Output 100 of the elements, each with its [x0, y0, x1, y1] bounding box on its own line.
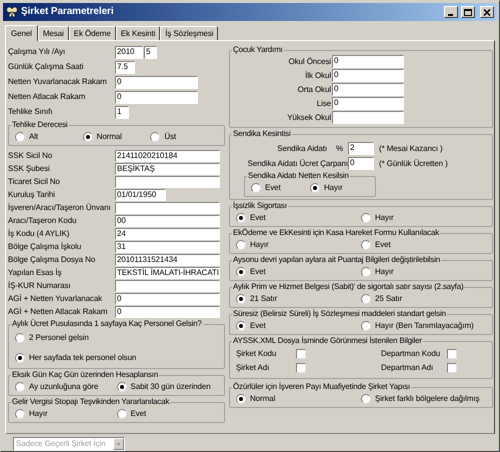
radio-button[interactable]: Hayır: [15, 407, 116, 420]
tab[interactable]: Ek Kesinti: [116, 26, 160, 40]
group-title: Sendika Kesintisi: [232, 129, 292, 139]
text-field[interactable]: 0: [115, 76, 198, 88]
text-field[interactable]: 0: [115, 292, 220, 304]
radio-button[interactable]: Her sayfada tek personel olsun: [15, 351, 218, 364]
radio-button[interactable]: 21 Satır: [236, 292, 361, 305]
text-field[interactable]: TEKSTİL İMALATI-İHRACATI: [115, 266, 220, 278]
text-field[interactable]: 00: [115, 214, 220, 226]
radio-button[interactable]: Evet: [236, 319, 361, 332]
minimize-button[interactable]: [444, 6, 458, 18]
text-field[interactable]: [332, 111, 404, 124]
text-field[interactable]: 24: [115, 228, 220, 240]
radio-button[interactable]: Evet: [361, 238, 486, 251]
radio-button[interactable]: Hayır: [310, 181, 369, 194]
checkbox[interactable]: Şirket Adı: [236, 363, 361, 373]
radio-button[interactable]: Hayır: [361, 211, 486, 224]
group-title: Özürlüler için İşveren Payı Muafiyetinde Şirket Yapısı: [232, 382, 411, 392]
radio-button[interactable]: Hayır (Ben Tanımlayacağım): [361, 319, 486, 332]
text-field[interactable]: [115, 280, 220, 292]
text-field[interactable]: 21411020210184: [115, 150, 220, 162]
window-title: Şirket Parametreleri: [21, 7, 114, 17]
maximize-button[interactable]: [461, 6, 475, 18]
field-label: Okul Öncesi: [288, 56, 332, 66]
radio-button[interactable]: Hayır: [361, 265, 486, 278]
group-title: AYSSK.XML Dosya İsminde Görünmesi İstenilen Bilgiler: [232, 336, 423, 346]
group-title: Süresiz (Belirsiz Süreli) İş Sözleşmesi maddeleri standart gelsin: [232, 309, 447, 319]
tab[interactable]: Ek Ödeme: [68, 26, 116, 40]
radio-button[interactable]: Sabit 30 gün üzerinden: [116, 380, 218, 393]
field-label: Bölge Çalışma İşkolu: [8, 242, 82, 252]
text-field[interactable]: 0: [115, 90, 198, 104]
field-label: İlk Okul: [304, 70, 332, 80]
butterfly-icon: [6, 6, 18, 18]
field-label: (* Günlük Ücretten ): [379, 158, 448, 168]
text-field[interactable]: 31: [115, 240, 220, 252]
field-label: Tehlike Sınıfı: [8, 107, 54, 117]
checkbox[interactable]: Şirket Kodu: [236, 349, 361, 359]
checkbox[interactable]: Departman Kodu: [361, 349, 486, 359]
radio-button[interactable]: Evet: [251, 181, 310, 194]
radio-button[interactable]: Evet: [236, 265, 361, 278]
field-label: AGİ + Netten Yuvarlanacak: [8, 294, 104, 304]
field-label: Netten Yuvarlanacak Rakam: [8, 77, 108, 87]
text-field[interactable]: 20101131521434: [115, 254, 220, 266]
text-field[interactable]: 0: [348, 157, 374, 170]
text-field[interactable]: BEŞİKTAŞ: [115, 162, 220, 174]
field-label: Aracı/Taşeron Kodu: [8, 216, 78, 226]
text-field[interactable]: 0: [332, 97, 404, 110]
close-icon: [483, 8, 491, 16]
field-label: %: [334, 144, 344, 154]
group-title: Sendika Aidatı Netten Kesilsin: [247, 171, 350, 181]
field-label: Kuruluş Tarihi: [8, 190, 56, 200]
field-label: SSK Sicil No: [8, 150, 54, 160]
checkbox[interactable]: Departman Adı: [361, 363, 486, 373]
field-label: Çalışma Yılı /Ayı: [8, 47, 66, 57]
tab[interactable]: Genel: [5, 25, 38, 41]
text-field[interactable]: [115, 202, 220, 214]
tab[interactable]: İş Sözleşmesi: [160, 26, 218, 40]
text-field[interactable]: 0: [115, 306, 220, 318]
field-label: Bölge Çalışma Dosya No: [8, 254, 96, 264]
field-label: Lise: [316, 98, 332, 108]
text-field[interactable]: 2010: [115, 46, 143, 58]
text-field[interactable]: 1: [115, 106, 129, 118]
field-label: SSK Şubesi: [8, 164, 51, 174]
text-field[interactable]: [115, 176, 220, 188]
radio-button[interactable]: Ay uzunluğuna göre: [15, 380, 116, 393]
field-label: İŞ-KUR Numarası: [8, 280, 72, 290]
radio-button[interactable]: 25 Satır: [361, 292, 486, 305]
group-title: EkÖdeme ve EkKesinti için Kasa Hareket Formu Kullanılacak: [232, 228, 440, 238]
radio-button[interactable]: Alt: [15, 130, 83, 143]
group-title: Eksik Gün Kaç Gün üzerinden Hesaplansın: [11, 370, 160, 380]
radio-button[interactable]: 2 Personel gelsin: [15, 331, 218, 344]
text-field[interactable]: 0: [332, 69, 404, 82]
field-label: Orta Okul: [296, 84, 332, 94]
radio-button[interactable]: Evet: [236, 211, 361, 224]
radio-button[interactable]: Hayır: [236, 238, 361, 251]
radio-button[interactable]: Şirket farklı bölgelere dağılmış: [361, 392, 486, 405]
field-label: Yüksek Okul: [286, 112, 332, 122]
radio-button[interactable]: Üst: [150, 130, 218, 143]
text-field[interactable]: 2: [348, 142, 374, 155]
text-field[interactable]: 7.5: [115, 60, 135, 74]
group-title: Gelir Vergisi Stopajı Teşvikinden Yararlanılacak: [11, 397, 170, 407]
field-label: İşveren/Aracı/Taşeron Ünvanı: [8, 202, 112, 212]
close-button[interactable]: [480, 6, 494, 18]
group-title: Aylık Prim ve Hizmet Belgesi (Sabit)' de sigortalı satır sayısı (2.sayfa): [232, 282, 464, 292]
field-label: Ticaret Sicil No: [8, 176, 61, 186]
text-field[interactable]: 0: [332, 55, 404, 68]
text-field[interactable]: 0: [332, 83, 404, 96]
text-field[interactable]: 01/01/1950: [115, 188, 166, 200]
field-label: İş Kodu (4 AYLIK): [8, 228, 70, 238]
field-label: Yapılan Esas İş: [8, 268, 62, 278]
group-title: Aysonu devri yapılan aylara ait Puantaj Bilgileri değiştirilebilsin: [232, 255, 442, 265]
field-label: Netten Atlacak Rakam: [8, 92, 86, 102]
text-field[interactable]: 5: [144, 46, 157, 58]
radio-button[interactable]: Normal: [236, 392, 361, 405]
radio-button[interactable]: Evet: [116, 407, 218, 420]
field-label: Sendika Aidatı Ücret Çarpanı: [246, 158, 348, 168]
group-title: Çocuk Yardımı: [232, 45, 284, 55]
tab[interactable]: Mesai: [38, 26, 69, 40]
radio-button[interactable]: Normal: [82, 130, 150, 143]
group-title: Aylık Ücret Pusulasında 1 sayfaya Kaç Personel Gelsin?: [11, 319, 203, 329]
